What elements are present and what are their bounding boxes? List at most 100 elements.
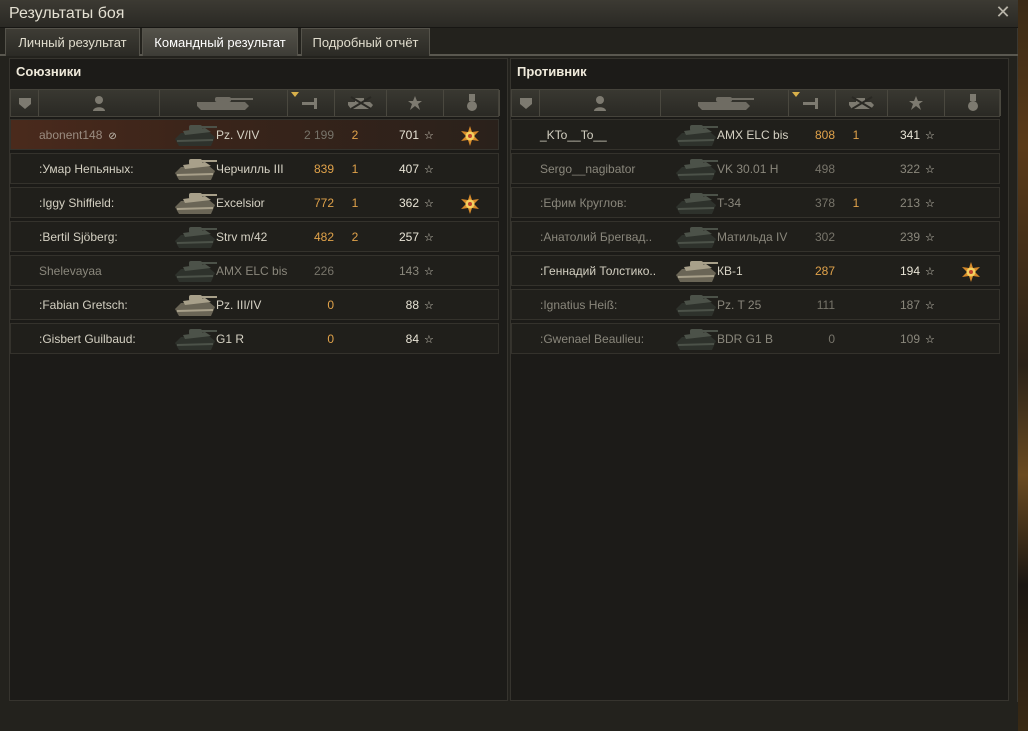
player-row[interactable]: :Ефим Круглов: T-34 378 1 213 ☆	[511, 187, 1000, 218]
player-row[interactable]: :Gwenael Beaulieu: BDR G1 B 0 109 ☆	[511, 323, 1000, 354]
xp-star-icon: ☆	[424, 198, 434, 210]
medal-icon[interactable]	[459, 125, 481, 147]
player-row[interactable]: :Iggy Shiffield: Excelsior 772 1 362 ☆	[10, 187, 499, 218]
xp-star-icon: ☆	[424, 232, 434, 244]
player-row[interactable]: abonent148 ⊘ Pz. V/IV 2 199 2 701 ☆	[10, 119, 499, 150]
medal-icon	[967, 94, 979, 112]
kills-value: 1	[351, 196, 359, 210]
medal-icon	[466, 94, 478, 112]
tank-column-header[interactable]	[661, 90, 789, 116]
xp-value: 187	[899, 298, 920, 312]
player-name: Shelevayaa	[39, 264, 102, 278]
enemies-title: Противник	[517, 64, 587, 79]
player-row[interactable]: Shelevayaa AMX ELC bis 226 143 ☆	[10, 255, 499, 286]
player-name: :Iggy Shiffield:	[39, 196, 115, 210]
tank-icon	[171, 155, 219, 184]
tank-column-header[interactable]	[160, 90, 288, 116]
tab-team-result[interactable]: Командный результат	[142, 28, 298, 56]
tank-icon	[672, 291, 720, 320]
xp-star-icon: ☆	[925, 164, 935, 176]
kills-value: 1	[351, 162, 359, 176]
player-name: abonent148 ⊘	[39, 128, 117, 142]
damage-value: 0	[327, 332, 334, 346]
damage-value: 498	[814, 162, 835, 176]
player-name: :Gwenael Beaulieu:	[540, 332, 645, 346]
tab-detailed-report[interactable]: Подробный отчёт	[301, 28, 430, 56]
title-bar: Результаты боя ✕	[0, 0, 1018, 28]
battle-results-window: Результаты боя ✕ Личный результат Команд…	[0, 0, 1018, 731]
player-row[interactable]: :Анатолий Брегвад.. Матильда IV 302 239 ☆	[511, 221, 1000, 252]
player-icon	[92, 95, 106, 111]
kills-icon	[846, 96, 878, 110]
tank-icon	[171, 189, 219, 218]
tank-name: Pz. T 25	[717, 298, 762, 312]
damage-icon	[300, 96, 322, 110]
player-column-header[interactable]	[540, 90, 661, 116]
bottom-bar	[0, 702, 1018, 731]
player-name: :Ефим Круглов:	[540, 196, 627, 210]
damage-value: 482	[313, 230, 334, 244]
xp-star-icon: ☆	[925, 198, 935, 210]
player-row[interactable]: _KTo__To__ AMX ELC bis 808 1 341 ☆	[511, 119, 1000, 150]
kills-value: 1	[852, 128, 860, 142]
tank-name: КВ-1	[717, 264, 743, 278]
player-icon	[593, 95, 607, 111]
player-name: :Ignatius Heiß:	[540, 298, 618, 312]
medal-column-header[interactable]	[444, 90, 500, 116]
tank-icon	[672, 189, 720, 218]
player-row[interactable]: :Gisbert Guilbaud: G1 R 0 84 ☆	[10, 323, 499, 354]
player-row[interactable]: :Fabian Gretsch: Pz. III/IV 0 88 ☆	[10, 289, 499, 320]
damage-value: 302	[814, 230, 835, 244]
tab-personal-result[interactable]: Личный результат	[5, 28, 140, 56]
damage-column-header[interactable]	[789, 90, 836, 116]
player-name: :Fabian Gretsch:	[39, 298, 128, 312]
player-row[interactable]: :Ignatius Heiß: Pz. T 25 111 187 ☆	[511, 289, 1000, 320]
xp-value: 322	[899, 162, 920, 176]
player-row[interactable]: :Bertil Sjöberg: Strv m/42 482 2 257 ☆	[10, 221, 499, 252]
tank-icon	[672, 121, 720, 150]
xp-star-column-header[interactable]	[387, 90, 444, 116]
player-name: :Геннадий Толстико..	[540, 264, 657, 278]
xp-star-icon: ☆	[424, 334, 434, 346]
hidden-eye-icon: ⊘	[108, 131, 117, 142]
tank-icon	[171, 257, 219, 286]
tank-icon	[672, 155, 720, 184]
close-icon[interactable]: ✕	[994, 2, 1012, 22]
medal-icon[interactable]	[459, 193, 481, 215]
kills-column-header[interactable]	[836, 90, 888, 116]
xp-star-icon	[407, 95, 423, 111]
damage-column-header[interactable]	[288, 90, 335, 116]
damage-value: 287	[814, 264, 835, 278]
player-row[interactable]: Sergo__nagibator VK 30.01 H 498 322 ☆	[511, 153, 1000, 184]
xp-star-icon: ☆	[424, 300, 434, 312]
kills-column-header[interactable]	[335, 90, 387, 116]
kills-value: 2	[351, 230, 359, 244]
player-row[interactable]: :Умар Непьяных: Черчилль III 839 1 407 ☆	[10, 153, 499, 184]
medal-column-header[interactable]	[945, 90, 1001, 116]
medal-icon[interactable]	[960, 261, 982, 283]
tank-icon	[694, 95, 756, 111]
xp-star-icon: ☆	[925, 334, 935, 346]
xp-value: 213	[899, 196, 920, 210]
player-row[interactable]: :Геннадий Толстико.. КВ-1 287 194 ☆	[511, 255, 1000, 286]
enemies-header	[511, 89, 1001, 117]
squad-column-header[interactable]	[11, 90, 39, 116]
xp-star-column-header[interactable]	[888, 90, 945, 116]
xp-value: 362	[398, 196, 419, 210]
squad-icon	[18, 96, 32, 110]
tank-name: G1 R	[216, 332, 245, 346]
allies-header	[10, 89, 500, 117]
damage-value: 0	[327, 298, 334, 312]
xp-star-icon: ☆	[424, 266, 434, 278]
xp-value: 239	[899, 230, 920, 244]
damage-value: 111	[816, 298, 835, 312]
tank-name: BDR G1 B	[717, 332, 774, 346]
squad-column-header[interactable]	[512, 90, 540, 116]
tank-name: AMX ELC bis	[717, 128, 789, 142]
player-name: :Gisbert Guilbaud:	[39, 332, 136, 346]
xp-star-icon: ☆	[925, 266, 935, 278]
xp-value: 84	[405, 332, 419, 346]
tank-name: VK 30.01 H	[717, 162, 779, 176]
tank-name: Черчилль III	[216, 162, 284, 176]
player-column-header[interactable]	[39, 90, 160, 116]
